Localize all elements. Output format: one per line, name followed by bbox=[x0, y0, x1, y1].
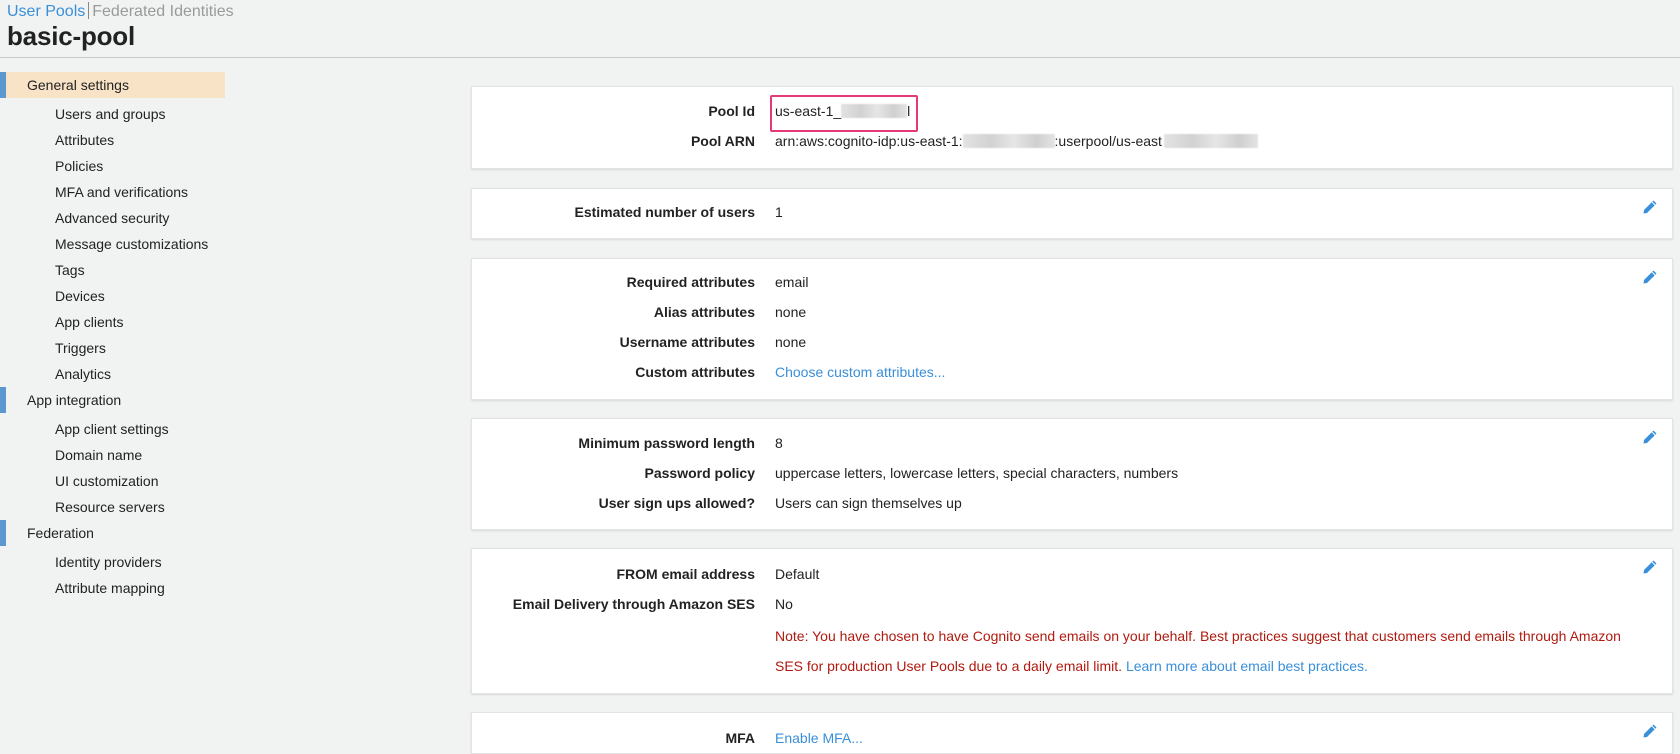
from-email-label: FROM email address bbox=[616, 566, 756, 582]
pool-id-tail: l bbox=[907, 103, 911, 119]
pool-id-row: Pool Id us-east-1_ l bbox=[472, 100, 1672, 124]
alias-attributes-value: none bbox=[775, 304, 807, 320]
sidebar-item-attributes[interactable]: Attributes bbox=[0, 127, 230, 153]
alias-attributes-row: Alias attributes none bbox=[472, 301, 1672, 325]
password-policy-row: Password policy uppercase letters, lower… bbox=[472, 462, 1672, 486]
sidebar-item-advanced-security[interactable]: Advanced security bbox=[0, 205, 230, 231]
mfa-row: MFA Enable MFA... bbox=[472, 727, 1672, 751]
sidebar-item-app-client-settings[interactable]: App client settings bbox=[0, 416, 230, 442]
min-password-length-row: Minimum password length 8 bbox=[472, 432, 1672, 456]
sidebar-item-ui-customization[interactable]: UI customization bbox=[0, 468, 230, 494]
email-note-line-1: Note: You have chosen to have Cognito se… bbox=[472, 625, 1672, 649]
sidebar-item-triggers[interactable]: Triggers bbox=[0, 335, 230, 361]
email-note-line-2: SES for production User Pools due to a d… bbox=[472, 655, 1672, 679]
sidebar-item-devices[interactable]: Devices bbox=[0, 283, 230, 309]
sidebar-item-domain-name[interactable]: Domain name bbox=[0, 442, 230, 468]
required-attributes-value: email bbox=[775, 274, 809, 290]
sidebar: General settings Users and groups Attrib… bbox=[0, 72, 230, 601]
username-attributes-row: Username attributes none bbox=[472, 331, 1672, 355]
page-header: User Pools Federated Identities basic-poo… bbox=[0, 0, 1680, 58]
required-attributes-label: Required attributes bbox=[626, 274, 755, 290]
email-note-line-2-content: SES for production User Pools due to a d… bbox=[775, 658, 1368, 674]
sidebar-item-users-and-groups[interactable]: Users and groups bbox=[0, 101, 230, 127]
password-policy-value: uppercase letters, lowercase letters, sp… bbox=[775, 465, 1179, 481]
page-title: basic-pool bbox=[7, 21, 136, 51]
user-signups-label: User sign ups allowed? bbox=[598, 495, 755, 511]
email-card: FROM email address Default Email Deliver… bbox=[471, 548, 1673, 694]
username-attributes-label: Username attributes bbox=[619, 334, 755, 350]
min-password-length-label: Minimum password length bbox=[578, 435, 755, 451]
sidebar-item-mfa-and-verifications[interactable]: MFA and verifications bbox=[0, 179, 230, 205]
password-policy-label: Password policy bbox=[644, 465, 755, 481]
sidebar-item-identity-providers[interactable]: Identity providers bbox=[0, 549, 230, 575]
sidebar-item-analytics[interactable]: Analytics bbox=[0, 361, 230, 387]
sidebar-item-policies[interactable]: Policies bbox=[0, 153, 230, 179]
mfa-label: MFA bbox=[725, 730, 755, 746]
sidebar-item-attribute-mapping[interactable]: Attribute mapping bbox=[0, 575, 230, 601]
choose-custom-attributes-link[interactable]: Choose custom attributes... bbox=[775, 364, 945, 380]
sidebar-item-app-clients[interactable]: App clients bbox=[0, 309, 230, 335]
redacted-pool-id bbox=[841, 104, 908, 118]
user-signups-value: Users can sign themselves up bbox=[775, 495, 962, 511]
sidebar-item-tags[interactable]: Tags bbox=[0, 257, 230, 283]
password-card: Minimum password length 8 Password polic… bbox=[471, 418, 1673, 530]
custom-attributes-label: Custom attributes bbox=[635, 364, 755, 380]
sidebar-section-general-settings[interactable]: General settings bbox=[0, 72, 225, 98]
email-best-practices-link[interactable]: Learn more about email best practices. bbox=[1126, 658, 1368, 674]
pool-id-value: us-east-1_ l bbox=[775, 103, 910, 119]
estimated-users-value: 1 bbox=[775, 204, 783, 220]
redacted-account-id bbox=[962, 134, 1055, 148]
user-signups-row: User sign ups allowed? Users can sign th… bbox=[472, 492, 1672, 516]
email-note-text-2: SES for production User Pools due to a d… bbox=[775, 658, 1123, 674]
mfa-card: MFA Enable MFA... bbox=[471, 712, 1673, 754]
pool-arn-row: Pool ARN arn:aws:cognito-idp:us-east-1::… bbox=[472, 130, 1672, 154]
estimated-users-row: Estimated number of users 1 bbox=[472, 201, 1672, 225]
min-password-length-value: 8 bbox=[775, 435, 783, 451]
custom-attributes-row: Custom attributes Choose custom attribut… bbox=[472, 361, 1672, 385]
username-attributes-value: none bbox=[775, 334, 807, 350]
pool-id-label: Pool Id bbox=[708, 103, 755, 119]
breadcrumb-divider bbox=[88, 2, 90, 19]
sidebar-section-federation[interactable]: Federation bbox=[0, 520, 230, 546]
pool-info-card: Pool Id us-east-1_ l Pool ARN arn:aws:cog… bbox=[471, 86, 1673, 169]
ses-delivery-label: Email Delivery through Amazon SES bbox=[512, 596, 755, 612]
users-card: Estimated number of users 1 bbox=[471, 188, 1673, 239]
from-email-value: Default bbox=[775, 566, 820, 582]
alias-attributes-label: Alias attributes bbox=[653, 304, 755, 320]
pool-arn-prefix: arn:aws:cognito-idp:us-east-1: bbox=[775, 133, 963, 149]
redacted-pool-suffix bbox=[1163, 134, 1258, 148]
ses-delivery-value: No bbox=[775, 596, 793, 612]
required-attributes-row: Required attributes email bbox=[472, 271, 1672, 295]
breadcrumb: User Pools Federated Identities bbox=[7, 2, 234, 21]
sidebar-item-resource-servers[interactable]: Resource servers bbox=[0, 494, 230, 520]
pool-arn-middle: :userpool/us-east bbox=[1054, 133, 1162, 149]
pool-id-prefix: us-east-1_ bbox=[775, 103, 842, 119]
sidebar-item-message-customizations[interactable]: Message customizations bbox=[0, 231, 230, 257]
estimated-users-label: Estimated number of users bbox=[574, 204, 756, 220]
breadcrumb-user-pools[interactable]: User Pools bbox=[7, 3, 85, 20]
pool-arn-label: Pool ARN bbox=[690, 133, 755, 149]
from-email-row: FROM email address Default bbox=[472, 563, 1672, 587]
enable-mfa-link[interactable]: Enable MFA... bbox=[775, 730, 863, 746]
sidebar-section-app-integration[interactable]: App integration bbox=[0, 387, 230, 413]
pool-arn-value: arn:aws:cognito-idp:us-east-1: :userpool/… bbox=[775, 133, 1258, 149]
attributes-card: Required attributes email Alias attribut… bbox=[471, 258, 1673, 400]
email-note-text-1: Note: You have chosen to have Cognito se… bbox=[775, 628, 1621, 644]
breadcrumb-federated-identities[interactable]: Federated Identities bbox=[92, 3, 233, 20]
ses-delivery-row: Email Delivery through Amazon SES No bbox=[472, 593, 1672, 617]
